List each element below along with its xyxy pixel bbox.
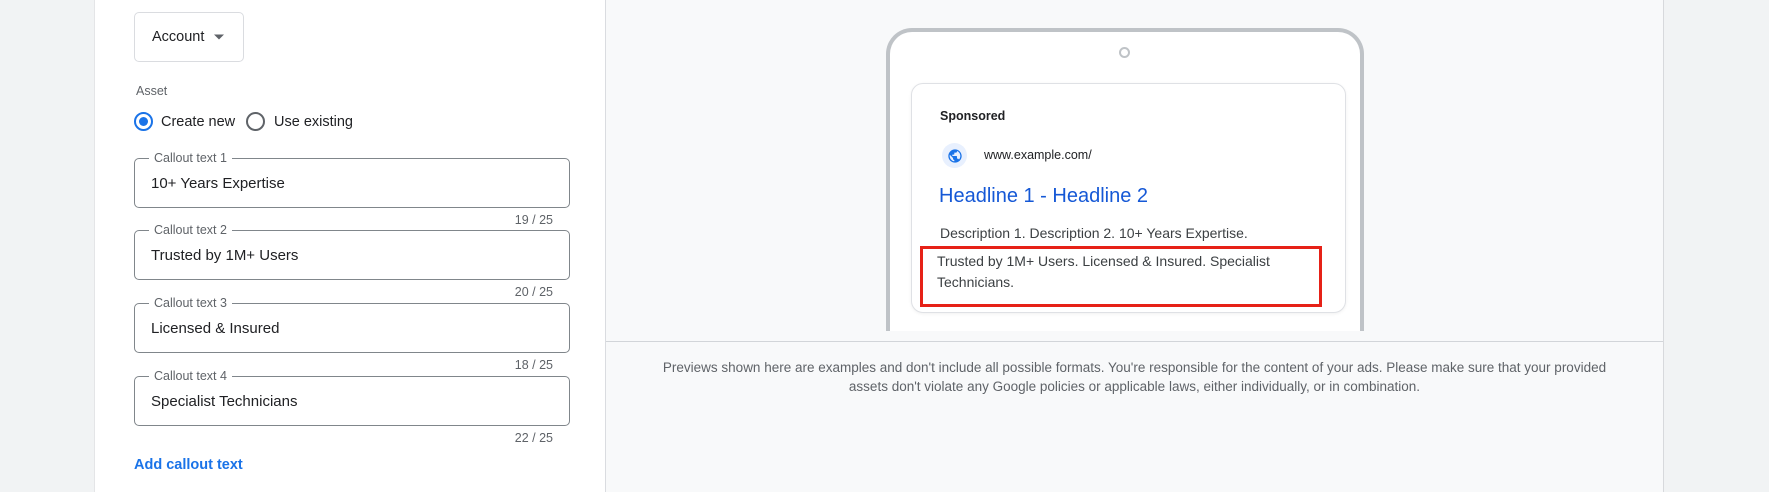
ad-description-line1: Description 1. Description 2. 10+ Years …: [940, 223, 1248, 244]
callout-highlight-box: Trusted by 1M+ Users. Licensed & Insured…: [920, 246, 1322, 307]
callout-text-4-input[interactable]: [135, 377, 569, 425]
asset-form-panel: Account Asset Create new Use existing Ca…: [94, 0, 605, 492]
preview-area: Sponsored www.example.com/ Headline 1 - …: [606, 0, 1663, 342]
add-callout-text-link[interactable]: Add callout text: [134, 457, 243, 473]
account-dropdown[interactable]: Account: [134, 12, 244, 62]
radio-use-existing-label: Use existing: [274, 114, 353, 130]
radio-use-existing[interactable]: [246, 112, 265, 131]
callout-text-3-counter: 18 / 25: [515, 358, 553, 372]
callout-text-3-input[interactable]: [135, 304, 569, 352]
radio-create-new[interactable]: [134, 112, 153, 131]
callout-text-2-counter: 20 / 25: [515, 285, 553, 299]
chevron-down-icon: [213, 33, 225, 41]
asset-section-label: Asset: [136, 84, 167, 98]
disclaimer-line2: assets don't violate any Google policies…: [606, 378, 1663, 397]
sponsored-label: Sponsored: [940, 109, 1005, 123]
callout-text-1-field: Callout text 1 19 / 25: [134, 158, 570, 208]
phone-camera-icon: [1119, 47, 1130, 58]
ad-description-line2: Trusted by 1M+ Users. Licensed & Insured…: [937, 251, 1319, 272]
display-url: www.example.com/: [984, 143, 1092, 168]
callout-text-3-field: Callout text 3 18 / 25: [134, 303, 570, 353]
account-dropdown-label: Account: [152, 29, 204, 45]
asset-radio-group: Create new Use existing: [95, 112, 605, 132]
disclaimer-line1: Previews shown here are examples and don…: [606, 359, 1663, 378]
callout-text-4-field: Callout text 4 22 / 25: [134, 376, 570, 426]
callout-text-2-field: Callout text 2 20 / 25: [134, 230, 570, 280]
ad-description-line3: Technicians.: [937, 272, 1319, 293]
callout-text-4-counter: 22 / 25: [515, 431, 553, 445]
ad-headline: Headline 1 - Headline 2: [939, 185, 1148, 208]
preview-disclaimer: Previews shown here are examples and don…: [606, 343, 1663, 396]
phone-mockup: Sponsored www.example.com/ Headline 1 - …: [886, 28, 1364, 331]
radio-create-new-label: Create new: [161, 114, 235, 130]
callout-text-1-counter: 19 / 25: [515, 213, 553, 227]
callout-text-1-input[interactable]: [135, 159, 569, 207]
ad-preview-pane: Sponsored www.example.com/ Headline 1 - …: [605, 0, 1664, 492]
globe-icon: [942, 143, 967, 168]
callout-text-2-input[interactable]: [135, 231, 569, 279]
ad-preview-card: Sponsored www.example.com/ Headline 1 - …: [911, 83, 1346, 313]
